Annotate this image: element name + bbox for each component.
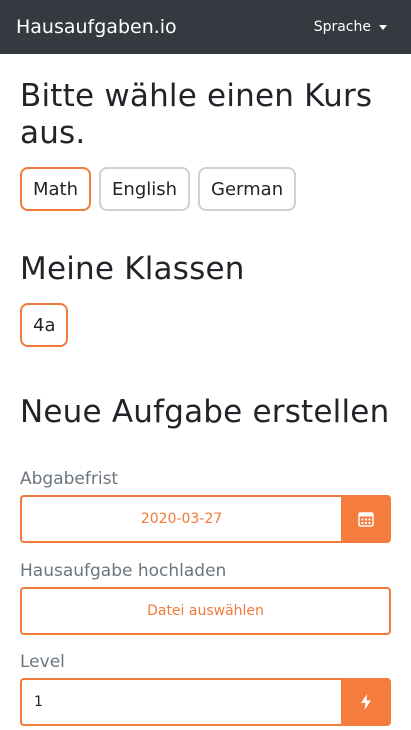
- level-input[interactable]: 1: [20, 678, 341, 726]
- main-content: Bitte wähle einen Kurs aus. Math English…: [0, 78, 411, 726]
- language-dropdown[interactable]: Sprache: [314, 19, 395, 35]
- brand-title[interactable]: Hausaufgaben.io: [16, 16, 177, 38]
- course-german-button[interactable]: German: [198, 167, 297, 211]
- class-list: 4a: [20, 303, 391, 347]
- class-4a-button[interactable]: 4a: [20, 303, 69, 347]
- language-label: Sprache: [313, 19, 371, 35]
- level-group: 1: [20, 678, 391, 726]
- calendar-icon: [358, 512, 374, 527]
- level-button[interactable]: [341, 678, 391, 726]
- new-assignment-heading: Neue Aufgabe erstellen: [20, 394, 390, 430]
- level-label: Level: [20, 652, 65, 672]
- due-date-input[interactable]: 2020-03-27: [20, 495, 341, 543]
- course-math-button[interactable]: Math: [20, 167, 92, 211]
- calendar-button[interactable]: [341, 495, 391, 543]
- due-date-label: Abgabefrist: [20, 469, 119, 489]
- course-list: Math English German: [20, 167, 391, 211]
- caret-down-icon: [379, 24, 387, 30]
- choose-file-button[interactable]: Datei auswählen: [20, 587, 391, 635]
- due-date-group: 2020-03-27: [20, 495, 391, 543]
- courses-heading: Bitte wähle einen Kurs aus.: [20, 78, 373, 151]
- upload-label: Hausaufgabe hochladen: [20, 561, 227, 581]
- course-english-button[interactable]: English: [99, 167, 191, 211]
- lightning-icon: [361, 694, 371, 710]
- navbar: Hausaufgaben.io Sprache: [0, 0, 411, 54]
- classes-heading: Meine Klassen: [20, 251, 245, 287]
